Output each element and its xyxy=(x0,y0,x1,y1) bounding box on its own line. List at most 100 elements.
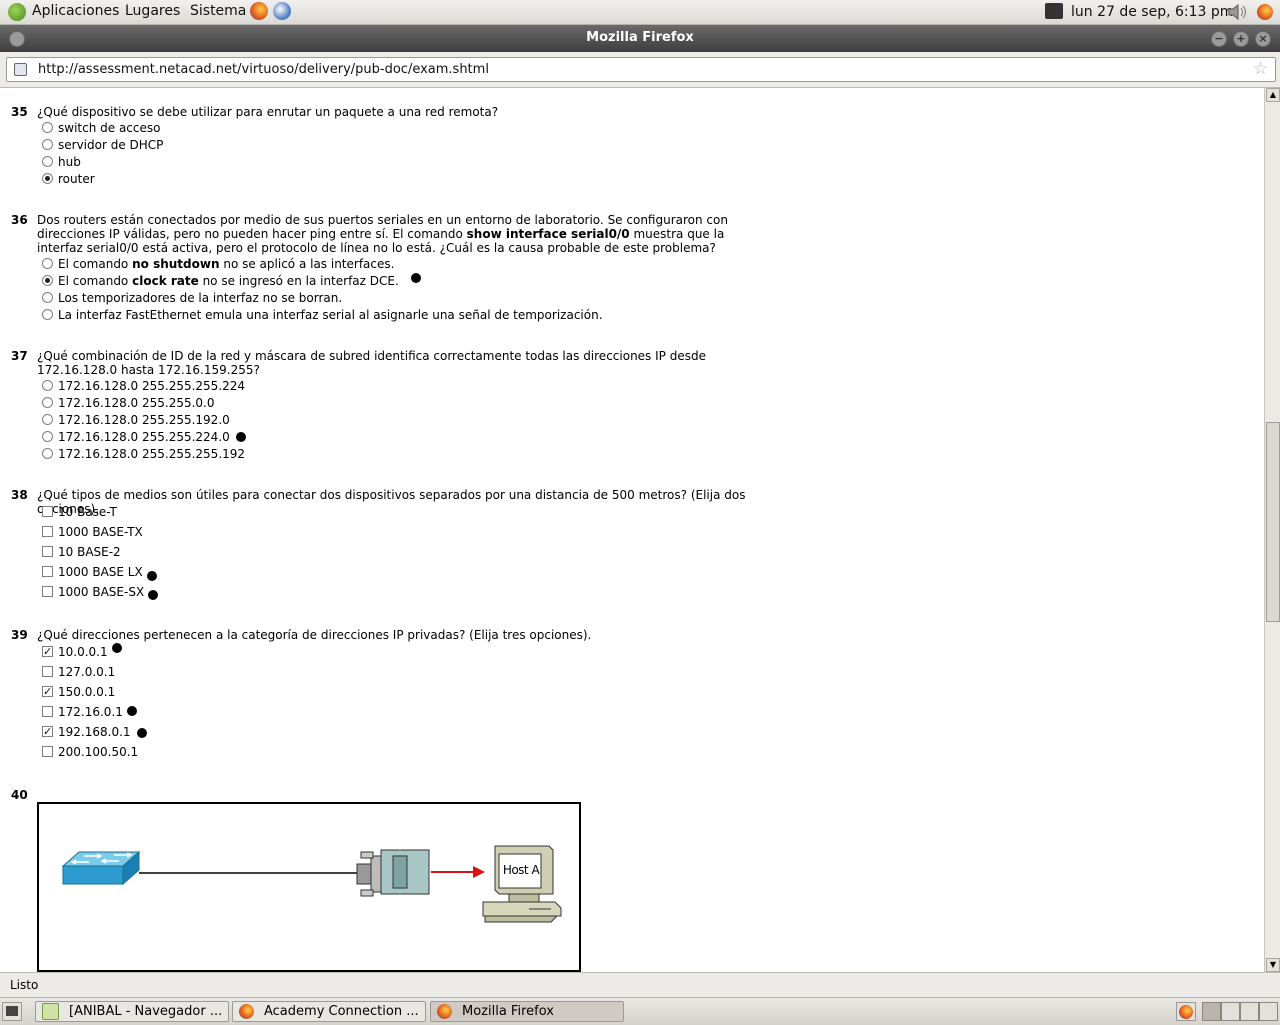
question-text: Dos routers están conectados por medio d… xyxy=(37,213,728,255)
checkbox[interactable] xyxy=(42,706,53,717)
checkbox-checked[interactable]: ✓ xyxy=(42,726,53,737)
question-number: 35 xyxy=(11,105,28,119)
firefox-tray-icon[interactable] xyxy=(1257,4,1273,20)
mail-launcher-icon[interactable] xyxy=(273,2,291,20)
answer-option[interactable]: 10 BASE-2 xyxy=(42,543,121,560)
answer-option[interactable]: router xyxy=(42,170,95,187)
radio-button-selected[interactable] xyxy=(42,173,53,184)
clock[interactable]: lun 27 de sep, 6:13 pm xyxy=(1071,4,1233,20)
url-bar[interactable]: http://assessment.netacad.net/virtuoso/d… xyxy=(6,57,1276,82)
url-text[interactable]: http://assessment.netacad.net/virtuoso/d… xyxy=(38,62,489,77)
checkbox[interactable] xyxy=(42,566,53,577)
file-browser-icon xyxy=(42,1003,59,1020)
taskbar-item-active[interactable]: Mozilla Firefox xyxy=(430,1001,624,1022)
radio-button[interactable] xyxy=(42,397,53,408)
workspace-switcher[interactable] xyxy=(1202,1002,1278,1021)
correct-answer-marker xyxy=(148,589,159,600)
answer-option[interactable]: Los temporizadores de la interfaz no se … xyxy=(42,289,342,306)
question-text: ¿Qué dispositivo se debe utilizar para e… xyxy=(37,105,499,119)
answer-option[interactable]: 172.16.128.0 255.255.0.0 xyxy=(42,394,215,411)
checkbox[interactable] xyxy=(42,546,53,557)
answer-option[interactable]: ✓ 150.0.0.1 xyxy=(42,683,115,700)
correct-answer-marker xyxy=(235,431,246,442)
top-panel: Aplicaciones Lugares Sistema lun 27 de s… xyxy=(0,0,1280,25)
answer-option[interactable]: 1000 BASE LX xyxy=(42,563,157,581)
radio-button[interactable] xyxy=(42,380,53,391)
answer-option[interactable]: 200.100.50.1 xyxy=(42,743,138,760)
answer-option[interactable]: 172.16.128.0 255.255.224.0 xyxy=(42,428,246,445)
show-desktop-button[interactable] xyxy=(2,1002,22,1021)
taskbar-item[interactable]: Academy Connection ... xyxy=(232,1001,426,1022)
scroll-up-button[interactable]: ▲ xyxy=(1266,88,1280,102)
answer-option[interactable]: 172.16.0.1 xyxy=(42,703,137,720)
answer-option[interactable]: switch de acceso xyxy=(42,119,160,136)
network-offline-icon[interactable] xyxy=(1045,3,1063,19)
site-identity-icon[interactable] xyxy=(14,63,27,76)
menu-sistema[interactable]: Sistema xyxy=(190,3,246,19)
navigation-bar: http://assessment.netacad.net/virtuoso/d… xyxy=(0,52,1280,88)
exhibit-diagram: Host A xyxy=(37,802,581,972)
radio-button[interactable] xyxy=(42,139,53,150)
question-number: 39 xyxy=(11,628,28,642)
radio-button-selected[interactable] xyxy=(42,275,53,286)
window-titlebar[interactable]: Mozilla Firefox − + × xyxy=(0,25,1280,52)
answer-option[interactable]: servidor de DHCP xyxy=(42,136,163,153)
volume-icon[interactable] xyxy=(1227,2,1249,22)
radio-button[interactable] xyxy=(42,414,53,425)
radio-button[interactable] xyxy=(42,258,53,269)
answer-option[interactable]: ✓ 192.168.0.1 xyxy=(42,723,147,740)
page-content: 35 ¿Qué dispositivo se debe utilizar par… xyxy=(0,88,1264,972)
scroll-thumb[interactable] xyxy=(1266,422,1280,622)
bottom-panel: [ANIBAL - Navegador ... Academy Connecti… xyxy=(0,997,1280,1025)
answer-option[interactable]: 172.16.128.0 255.255.255.224 xyxy=(42,377,245,394)
gnome-foot-icon[interactable] xyxy=(8,3,26,21)
menu-aplicaciones[interactable]: Aplicaciones xyxy=(32,3,119,19)
answer-option[interactable]: hub xyxy=(42,153,81,170)
firefox-icon xyxy=(239,1004,254,1019)
answer-option[interactable]: El comando no shutdown no se aplicó a la… xyxy=(42,255,394,272)
checkbox-checked[interactable]: ✓ xyxy=(42,646,53,657)
scroll-down-button[interactable]: ▼ xyxy=(1266,958,1280,972)
correct-answer-marker xyxy=(126,706,137,716)
checkbox-checked[interactable]: ✓ xyxy=(42,686,53,697)
correct-answer-marker xyxy=(111,643,122,653)
firefox-icon xyxy=(437,1004,452,1019)
answer-option[interactable]: ✓ 10.0.0.1 xyxy=(42,643,122,660)
answer-option[interactable]: 1000 BASE-TX xyxy=(42,523,143,540)
answer-option[interactable]: 172.16.128.0 255.255.255.192 xyxy=(42,445,245,462)
status-bar: Listo xyxy=(0,972,1280,997)
question-number: 38 xyxy=(11,488,28,502)
radio-button[interactable] xyxy=(42,292,53,303)
checkbox[interactable] xyxy=(42,526,53,537)
menu-lugares[interactable]: Lugares xyxy=(125,3,180,19)
checkbox[interactable] xyxy=(42,586,53,597)
checkbox[interactable] xyxy=(42,506,53,517)
answer-option[interactable]: 10 Base-T xyxy=(42,503,117,520)
maximize-button[interactable]: + xyxy=(1233,31,1249,47)
bookmark-star-icon[interactable]: ☆ xyxy=(1253,59,1268,79)
close-button[interactable]: × xyxy=(1255,31,1271,47)
question-text: ¿Qué tipos de medios son útiles para con… xyxy=(37,488,746,516)
radio-button[interactable] xyxy=(42,156,53,167)
checkbox[interactable] xyxy=(42,666,53,677)
checkbox[interactable] xyxy=(42,746,53,757)
radio-button[interactable] xyxy=(42,309,53,320)
answer-option[interactable]: La interfaz FastEthernet emula una inter… xyxy=(42,306,603,323)
question-text: ¿Qué direcciones pertenecen a la categor… xyxy=(37,628,592,642)
radio-button[interactable] xyxy=(42,448,53,459)
answer-option[interactable]: 1000 BASE-SX xyxy=(42,583,159,600)
host-label: Host A xyxy=(502,863,540,877)
correct-answer-marker xyxy=(146,570,157,581)
firefox-tray-icon[interactable] xyxy=(1176,1002,1196,1021)
question-number: 40 xyxy=(11,788,28,802)
taskbar-item[interactable]: [ANIBAL - Navegador ... xyxy=(35,1001,229,1022)
firefox-launcher-icon[interactable] xyxy=(250,2,268,20)
answer-option[interactable]: 172.16.128.0 255.255.192.0 xyxy=(42,411,230,428)
radio-button[interactable] xyxy=(42,431,53,442)
radio-button[interactable] xyxy=(42,122,53,133)
minimize-button[interactable]: − xyxy=(1211,31,1227,47)
answer-option[interactable]: El comando clock rate no se ingresó en l… xyxy=(42,272,421,289)
vertical-scrollbar[interactable]: ▲ ▼ xyxy=(1264,88,1280,972)
correct-answer-marker xyxy=(136,728,147,738)
answer-option[interactable]: 127.0.0.1 xyxy=(42,663,115,680)
